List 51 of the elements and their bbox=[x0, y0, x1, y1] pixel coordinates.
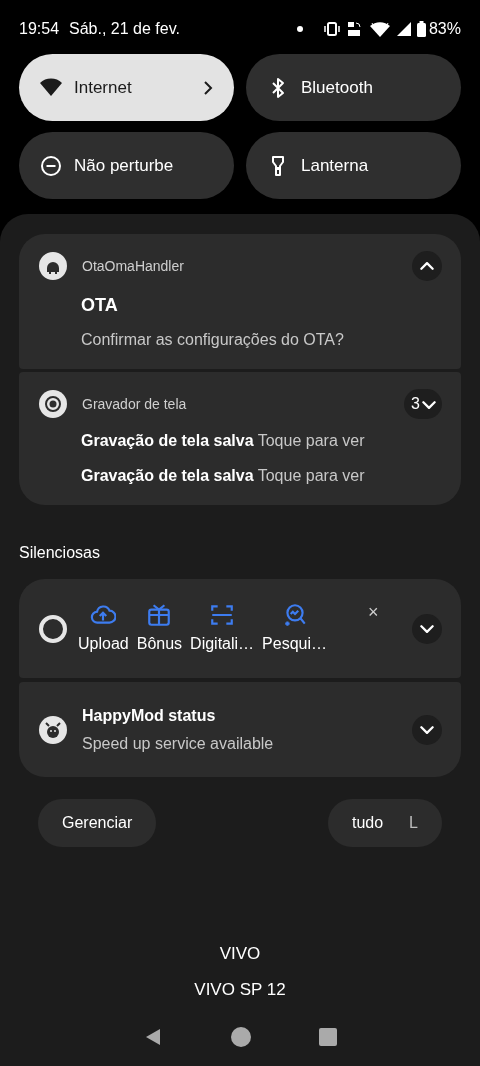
notification-line: Gravação de tela salva Toque para ver bbox=[81, 466, 366, 486]
notification-text: Speed up service available bbox=[82, 733, 275, 754]
quick-setting-tile[interactable]: Lanterna bbox=[246, 132, 461, 199]
close-button[interactable]: × bbox=[368, 603, 379, 621]
chevron-down-icon bbox=[420, 624, 434, 633]
home-icon bbox=[231, 1027, 251, 1047]
expand-button[interactable] bbox=[412, 714, 442, 745]
tile-label: Lanterna bbox=[301, 154, 370, 177]
vibrate-icon bbox=[322, 22, 341, 36]
tile-label: Não perturbe bbox=[74, 154, 175, 177]
chevron-down-icon bbox=[420, 725, 434, 734]
dot-icon bbox=[296, 26, 303, 32]
clear-all-button[interactable]: tudo L bbox=[327, 799, 442, 847]
expand-button[interactable]: 3 bbox=[404, 389, 442, 419]
quick-setting-tile[interactable]: Bluetooth bbox=[246, 54, 461, 121]
status-date: Sáb., 21 de fev. bbox=[69, 19, 180, 39]
battery-percent: 83% bbox=[428, 19, 461, 39]
section-header: Silenciosas bbox=[19, 543, 101, 563]
notification-title: HappyMod status bbox=[82, 705, 217, 726]
signal-icon bbox=[396, 22, 411, 36]
action-button[interactable]: Digitali… bbox=[186, 601, 259, 656]
record-icon bbox=[38, 389, 68, 419]
app-name: Gravador de tela bbox=[82, 394, 188, 414]
wifi-icon bbox=[368, 21, 391, 37]
expand-button[interactable] bbox=[412, 613, 442, 644]
chevron-down-icon bbox=[422, 399, 436, 409]
carrier-label: VIVO SP 12 bbox=[194, 978, 286, 1001]
tile-label: Internet bbox=[74, 76, 133, 99]
battery-icon bbox=[416, 21, 426, 37]
smiley-icon bbox=[38, 714, 68, 745]
home-button[interactable] bbox=[231, 1027, 251, 1047]
tile-label: Bluetooth bbox=[301, 76, 374, 99]
quick-setting-tile[interactable]: Internet bbox=[19, 54, 234, 121]
quick-setting-tile[interactable]: Não perturbe bbox=[19, 132, 234, 199]
notification-text: Confirmar as configurações do OTA? bbox=[81, 330, 345, 350]
circle-icon bbox=[38, 613, 68, 644]
notification-line: Gravação de tela salva Toque para ver bbox=[81, 431, 366, 451]
app-icon bbox=[38, 251, 68, 281]
manage-button[interactable]: Gerenciar bbox=[38, 799, 157, 847]
chevron-right-icon bbox=[202, 79, 214, 96]
recents-icon bbox=[319, 1028, 337, 1046]
status-time: 19:54 bbox=[19, 19, 60, 39]
action-button[interactable]: Pesqui… bbox=[258, 601, 331, 656]
notification-title: OTA bbox=[81, 294, 119, 317]
app-name: OtaOmaHandler bbox=[82, 256, 185, 276]
chevron-up-icon bbox=[420, 261, 434, 271]
do-not-disturb-icon bbox=[39, 153, 63, 178]
expand-button[interactable] bbox=[412, 251, 442, 281]
action-button[interactable]: Bônus bbox=[132, 601, 187, 656]
carrier-label: VIVO bbox=[219, 943, 261, 965]
action-button[interactable]: Upload bbox=[74, 601, 133, 656]
